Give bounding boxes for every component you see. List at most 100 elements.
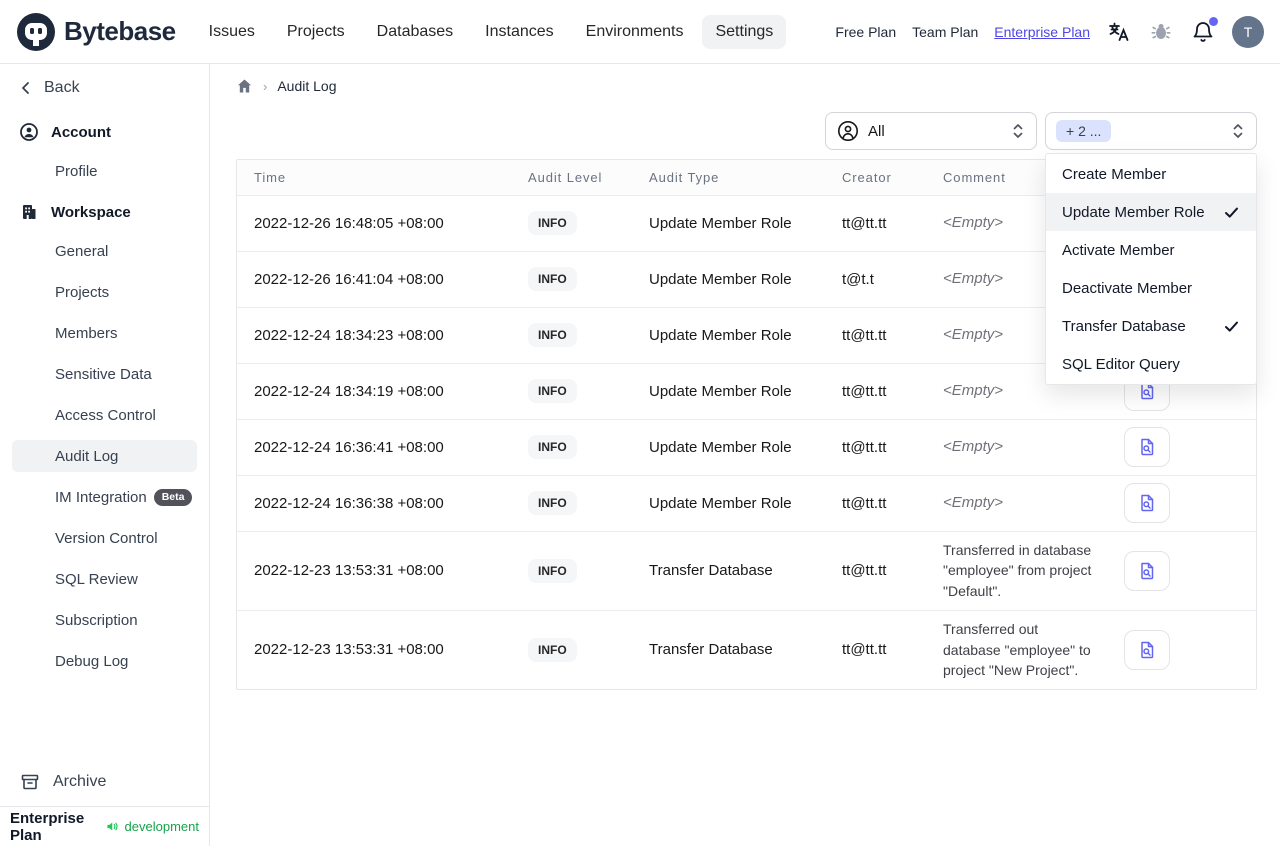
sidebar-item-projects[interactable]: Projects (12, 276, 197, 308)
sidebar-item-subscription[interactable]: Subscription (12, 604, 197, 636)
view-detail-button[interactable] (1124, 550, 1170, 591)
view-detail-button[interactable] (1124, 629, 1170, 670)
nav-settings[interactable]: Settings (702, 14, 787, 49)
audit-level-badge: INFO (528, 491, 577, 515)
select-chevrons-icon (1230, 122, 1246, 140)
sidebar-item-label: Audit Log (55, 447, 119, 465)
table-row: 2022-12-23 13:53:31 +08:00 INFO Transfer… (237, 609, 1256, 689)
column-header-creator: Creator (825, 160, 926, 196)
user-avatar[interactable]: T (1232, 15, 1264, 48)
sidebar-item-audit-log[interactable]: Audit Log (12, 440, 197, 472)
bug-report-icon[interactable] (1148, 19, 1174, 45)
sidebar-item-im-integration[interactable]: IM Integration Beta (12, 481, 197, 513)
sidebar-section-account: Account (0, 116, 209, 148)
table-row: 2022-12-24 16:36:41 +08:00 INFO Update M… (237, 418, 1256, 475)
nav-instances[interactable]: Instances (472, 15, 566, 49)
sidebar-item-sensitive-data[interactable]: Sensitive Data (12, 358, 197, 390)
notification-dot (1209, 16, 1218, 26)
sidebar-footer: Enterprise Plan development (0, 806, 209, 846)
account-icon (20, 123, 38, 141)
menu-item-transfer-database[interactable]: Transfer Database (1046, 307, 1256, 345)
free-plan-button[interactable]: Free Plan (835, 24, 896, 40)
navbar-right: Free Plan Team Plan Enterprise Plan T (835, 15, 1264, 48)
audit-time: 2022-12-24 18:34:19 +08:00 (237, 362, 511, 419)
sidebar-section-workspace: Workspace (0, 196, 209, 228)
sidebar-item-general[interactable]: General (12, 235, 197, 267)
home-icon[interactable] (236, 78, 253, 95)
creator-filter-select[interactable]: All (825, 112, 1037, 150)
menu-item-label: Update Member Role (1062, 203, 1205, 221)
audit-type: Update Member Role (632, 250, 825, 307)
file-search-icon (1141, 562, 1154, 579)
menu-item-update-member-role[interactable]: Update Member Role (1046, 193, 1256, 231)
view-detail-button[interactable] (1124, 483, 1170, 523)
current-plan-label: Enterprise Plan (10, 809, 85, 844)
audit-time: 2022-12-26 16:41:04 +08:00 (237, 250, 511, 307)
notification-bell-icon[interactable] (1190, 16, 1218, 45)
sidebar-item-label: Sensitive Data (55, 365, 152, 383)
sidebar-item-members[interactable]: Members (12, 317, 197, 349)
audit-level-badge: INFO (528, 211, 577, 235)
audit-time: 2022-12-23 13:53:31 +08:00 (237, 530, 511, 610)
back-button[interactable]: Back (0, 74, 209, 102)
nav-projects[interactable]: Projects (274, 15, 358, 49)
translate-icon[interactable] (1106, 19, 1132, 45)
nav-databases[interactable]: Databases (364, 15, 467, 49)
audit-comment: Transferred out database "employee" to p… (926, 609, 1107, 689)
audit-type: Update Member Role (632, 474, 825, 531)
audit-type: Update Member Role (649, 214, 792, 232)
audit-time: 2022-12-24 16:36:38 +08:00 (237, 474, 511, 531)
audit-comment: Transferred in database "employee" from … (926, 530, 1107, 610)
nav-issues[interactable]: Issues (196, 15, 268, 49)
breadcrumb: › Audit Log (236, 74, 1257, 98)
audit-type-filter-select[interactable]: + 2 ... (1045, 112, 1257, 150)
audit-time: 2022-12-24 16:36:41 +08:00 (237, 418, 511, 475)
sidebar-item-debug-log[interactable]: Debug Log (12, 645, 197, 677)
audit-level-badge: INFO (528, 435, 577, 459)
audit-type: Update Member Role (632, 362, 825, 419)
enterprise-plan-link[interactable]: Enterprise Plan (994, 24, 1090, 40)
select-chevrons-icon (1010, 122, 1026, 140)
breadcrumb-current: Audit Log (277, 78, 337, 94)
bytebase-logo[interactable]: Bytebase (16, 12, 176, 52)
menu-item-label: Transfer Database (1062, 317, 1186, 335)
audit-level-badge: INFO (528, 267, 577, 291)
environment-label: development (124, 819, 199, 834)
audit-time: 2022-12-23 13:53:31 +08:00 (237, 609, 511, 689)
menu-item-label: Activate Member (1062, 241, 1175, 259)
menu-item-deactivate-member[interactable]: Deactivate Member (1046, 269, 1256, 307)
audit-time: 2022-12-26 16:48:05 +08:00 (254, 214, 444, 232)
audit-level-badge: INFO (528, 323, 577, 347)
menu-item-activate-member[interactable]: Activate Member (1046, 231, 1256, 269)
nav-environments[interactable]: Environments (573, 15, 697, 49)
menu-item-sql-editor-query[interactable]: SQL Editor Query (1046, 345, 1256, 383)
bytebase-logo-icon (16, 12, 56, 52)
announcement-speaker-icon (107, 822, 118, 831)
sidebar-item-access-control[interactable]: Access Control (12, 399, 197, 431)
chevron-left-icon (22, 82, 29, 94)
audit-creator: tt@tt.tt (825, 609, 926, 689)
audit-type-dropdown-menu: Create Member Update Member Role Activat… (1045, 153, 1257, 385)
audit-creator: tt@tt.tt (825, 306, 926, 363)
sidebar-item-label: Subscription (55, 611, 138, 629)
sidebar-item-sql-review[interactable]: SQL Review (12, 563, 197, 595)
main-nav: Issues Projects Databases Instances Envi… (196, 14, 787, 49)
audit-log-main: › Audit Log All + 2 ... Create Member Up… (210, 64, 1280, 846)
audit-creator: tt@tt.tt (825, 418, 926, 475)
sidebar-item-label: Version Control (55, 529, 158, 547)
audit-creator: tt@tt.tt (825, 530, 926, 610)
column-header-audit-type: Audit Type (632, 160, 825, 196)
file-search-icon (1141, 494, 1154, 512)
archive-button[interactable]: Archive (0, 764, 209, 800)
sidebar-item-profile[interactable]: Profile (12, 155, 197, 187)
column-header-time: Time (237, 160, 511, 196)
menu-item-label: SQL Editor Query (1062, 355, 1180, 373)
creator-filter-value: All (868, 122, 885, 140)
sidebar-item-version-control[interactable]: Version Control (12, 522, 197, 554)
team-plan-button[interactable]: Team Plan (912, 24, 978, 40)
top-navbar: Bytebase Issues Projects Databases Insta… (0, 0, 1280, 64)
breadcrumb-separator-icon: › (263, 78, 268, 94)
audit-time: 2022-12-24 18:34:23 +08:00 (237, 306, 511, 363)
view-detail-button[interactable] (1124, 427, 1170, 467)
menu-item-create-member[interactable]: Create Member (1046, 155, 1256, 193)
